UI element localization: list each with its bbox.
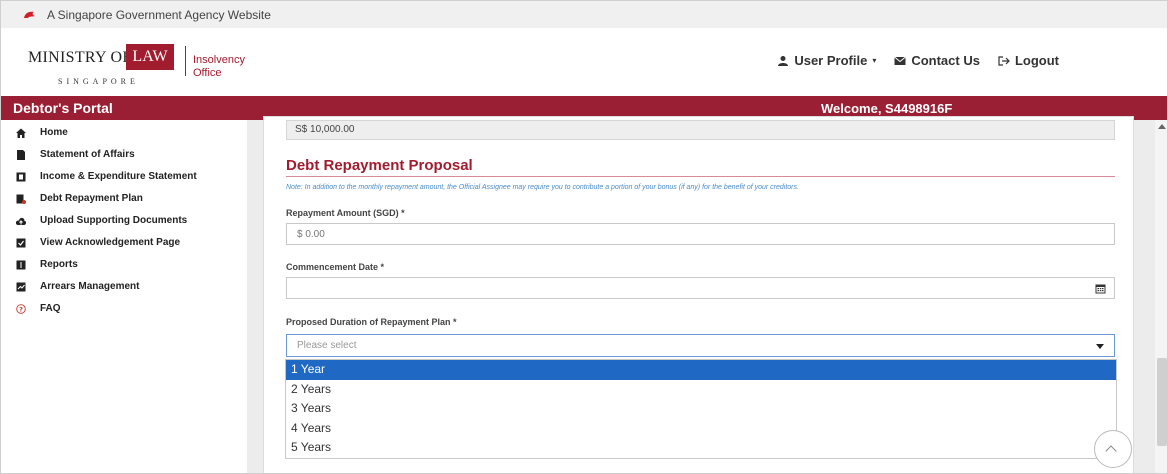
envelope-icon [894, 56, 907, 65]
sidebar-item-faq[interactable]: ? FAQ [16, 303, 61, 314]
scroll-to-top-button[interactable] [1094, 430, 1132, 468]
sidebar-item-upload-documents[interactable]: Upload Supporting Documents [16, 215, 187, 226]
upload-icon [16, 217, 26, 225]
section-title: Debt Repayment Proposal [286, 157, 473, 174]
prefilled-amount-field: S$ 10,000.00 [286, 120, 1115, 140]
logo-law-text: LAW [126, 44, 174, 70]
reports-icon [16, 260, 26, 269]
sidebar-item-view-acknowledgement[interactable]: View Acknowledgement Page [16, 237, 180, 248]
lion-head-icon [24, 11, 35, 18]
logo-office-line2: Office [193, 67, 222, 79]
duration-option-4-years[interactable]: 4 Years [286, 419, 1116, 439]
sidebar-item-reports[interactable]: Reports [16, 259, 78, 270]
sidebar-item-arrears-management[interactable]: Arrears Management [16, 281, 139, 292]
duration-option-2-years[interactable]: 2 Years [286, 380, 1116, 400]
commencement-date-input[interactable] [286, 277, 1115, 299]
contact-us-link[interactable]: Contact Us [894, 53, 980, 68]
duration-option-3-years[interactable]: 3 Years [286, 399, 1116, 419]
sidebar-item-label: Arrears Management [40, 281, 140, 292]
logout-icon [998, 55, 1010, 66]
commencement-date-label: Commencement Date * [286, 262, 385, 272]
duration-option-1-year[interactable]: 1 Year [286, 360, 1116, 380]
scrollbar-thumb[interactable] [1157, 358, 1167, 446]
sidebar-item-label: View Acknowledgement Page [40, 237, 181, 248]
top-navigation: User Profile ▾ Contact Us Logout [777, 53, 1059, 68]
government-banner-text: A Singapore Government Agency Website [47, 7, 271, 22]
caret-down-icon: ▾ [872, 56, 877, 65]
sidebar-item-label: Reports [40, 259, 78, 270]
repayment-amount-input[interactable] [286, 223, 1115, 245]
duration-option-5-years[interactable]: 5 Years [286, 438, 1116, 458]
sidebar-item-debt-repayment-plan[interactable]: Debt Repayment Plan [16, 193, 143, 204]
logout-label: Logout [1014, 53, 1059, 68]
government-banner: A Singapore Government Agency Website [1, 1, 1167, 28]
user-profile-menu[interactable]: User Profile ▾ [777, 53, 876, 68]
duration-select-placeholder: Please select [297, 340, 357, 351]
svg-text:?: ? [19, 305, 23, 313]
sidebar-item-label: Statement of Affairs [40, 149, 135, 160]
sidebar-item-statement-of-affairs[interactable]: Statement of Affairs [16, 149, 135, 160]
welcome-message: Welcome, S4498916F [821, 101, 953, 116]
logo-ministry-text: MINISTRY OF [28, 49, 132, 66]
sidebar-item-label: Home [40, 127, 68, 138]
page-scrollbar[interactable] [1155, 120, 1167, 473]
calendar-icon[interactable] [1095, 283, 1106, 294]
sidebar-item-income-expenditure[interactable]: Income & Expenditure Statement [16, 171, 197, 182]
sidebar-nav: Home Statement of Affairs Income & Expen… [1, 120, 247, 473]
logo-divider [185, 46, 186, 76]
logo-office-line1: Insolvency [193, 54, 245, 66]
sidebar-item-home[interactable]: Home [16, 127, 68, 138]
sidebar-item-label: Upload Supporting Documents [40, 215, 188, 226]
caret-down-icon [1096, 344, 1104, 349]
main-content: S$ 10,000.00 Debt Repayment Proposal Not… [247, 116, 1167, 473]
duration-options-list: 1 Year 2 Years 3 Years 4 Years 5 Years [285, 359, 1117, 459]
repayment-amount-label: Repayment Amount (SGD) * [286, 208, 405, 218]
site-header: MINISTRY OF LAW SINGAPORE Insolvency Off… [1, 28, 1167, 96]
user-profile-label: User Profile [794, 53, 868, 68]
chevron-up-icon [1105, 445, 1117, 457]
sidebar-item-label: Debt Repayment Plan [40, 193, 143, 204]
user-icon [778, 55, 789, 66]
question-icon: ? [16, 303, 26, 314]
home-icon [16, 128, 26, 138]
arrears-icon [16, 282, 26, 291]
debtors-portal-window: A Singapore Government Agency Website MI… [0, 0, 1168, 474]
sidebar-item-label: Income & Expenditure Statement [40, 171, 197, 182]
logo-country-text: SINGAPORE [58, 77, 139, 86]
acknowledgement-icon [16, 238, 26, 247]
scroll-up-arrow-icon[interactable] [1158, 124, 1166, 129]
section-divider [286, 176, 1115, 177]
logout-link[interactable]: Logout [998, 53, 1059, 68]
document-icon [17, 149, 25, 160]
logo-office-text: Insolvency Office [193, 54, 245, 80]
plan-icon [16, 194, 26, 204]
duration-select[interactable]: Please select [286, 334, 1115, 357]
sidebar-item-label: FAQ [40, 303, 61, 314]
ledger-icon [16, 172, 26, 181]
duration-label: Proposed Duration of Repayment Plan * [286, 317, 457, 327]
portal-title: Debtor's Portal [13, 100, 113, 116]
bonus-note: Note: In addition to the monthly repayme… [286, 184, 799, 191]
ministry-of-law-logo[interactable]: MINISTRY OF LAW SINGAPORE Insolvency Off… [23, 41, 258, 93]
contact-us-label: Contact Us [911, 53, 980, 68]
